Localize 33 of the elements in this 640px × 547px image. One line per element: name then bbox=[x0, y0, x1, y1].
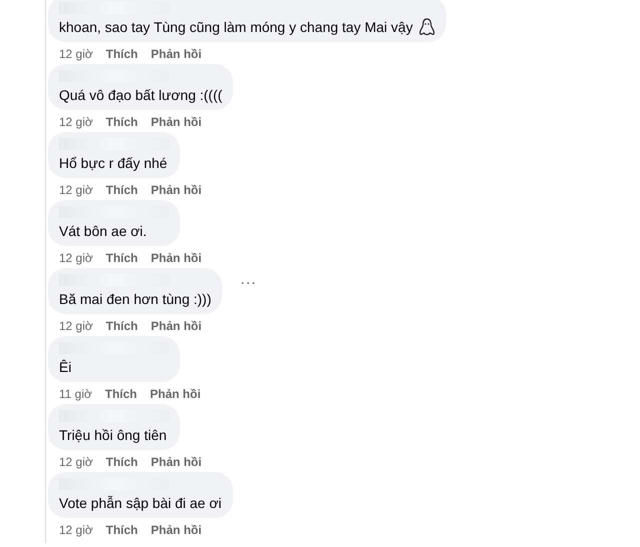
comment-text: khoan, sao tay Tùng cũng làm móng y chang tay Mai vậy bbox=[59, 18, 413, 36]
reply-link[interactable]: Phản hồi bbox=[150, 454, 202, 470]
comment-time: 12 giờ bbox=[59, 522, 93, 538]
comment-text: Hổ bực r đấy nhé bbox=[59, 154, 168, 172]
reply-link[interactable]: Phản hồi bbox=[150, 182, 202, 198]
comment-text: Êi bbox=[59, 358, 72, 376]
like-link[interactable]: Thích bbox=[106, 250, 138, 266]
comment-time: 12 giờ bbox=[59, 46, 93, 62]
comment-text: Vote phẫn sập bài đi ae ơi bbox=[59, 494, 222, 512]
comment-text: Vát bôn ae ơi. bbox=[59, 222, 147, 240]
like-link[interactable]: Thích bbox=[105, 386, 137, 402]
like-link[interactable]: Thích bbox=[106, 454, 138, 470]
comment-text: Triệu hồi ông tiên bbox=[59, 426, 167, 444]
like-link[interactable]: Thích bbox=[106, 114, 138, 130]
comment-text: Quá vô đạo bất lương :(((( bbox=[59, 86, 222, 104]
like-link[interactable]: Thích bbox=[106, 318, 138, 334]
reply-link[interactable]: Phản hồi bbox=[150, 250, 202, 266]
like-link[interactable]: Thích bbox=[106, 522, 138, 538]
comment-time: 12 giờ bbox=[59, 114, 93, 130]
reply-link[interactable]: Phản hồi bbox=[150, 46, 202, 62]
reply-link[interactable]: Phản hồi bbox=[150, 386, 201, 402]
reply-link[interactable]: Phản hồi bbox=[150, 114, 202, 130]
reply-link[interactable]: Phản hồi bbox=[150, 318, 202, 334]
comment-time: 11 giờ bbox=[59, 386, 92, 402]
comment-time: 12 giờ bbox=[59, 318, 93, 334]
like-link[interactable]: Thích bbox=[106, 182, 138, 198]
reply-link[interactable]: Phản hồi bbox=[150, 522, 202, 538]
comment-time: 12 giờ bbox=[59, 250, 93, 266]
comment-text: Bă mai đen hơn tùng :))) bbox=[59, 290, 212, 308]
comment-time: 12 giờ bbox=[59, 182, 93, 198]
like-link[interactable]: Thích bbox=[106, 46, 138, 62]
comment-time: 12 giờ bbox=[59, 454, 93, 470]
more-options-button[interactable]: ··· bbox=[236, 276, 261, 292]
